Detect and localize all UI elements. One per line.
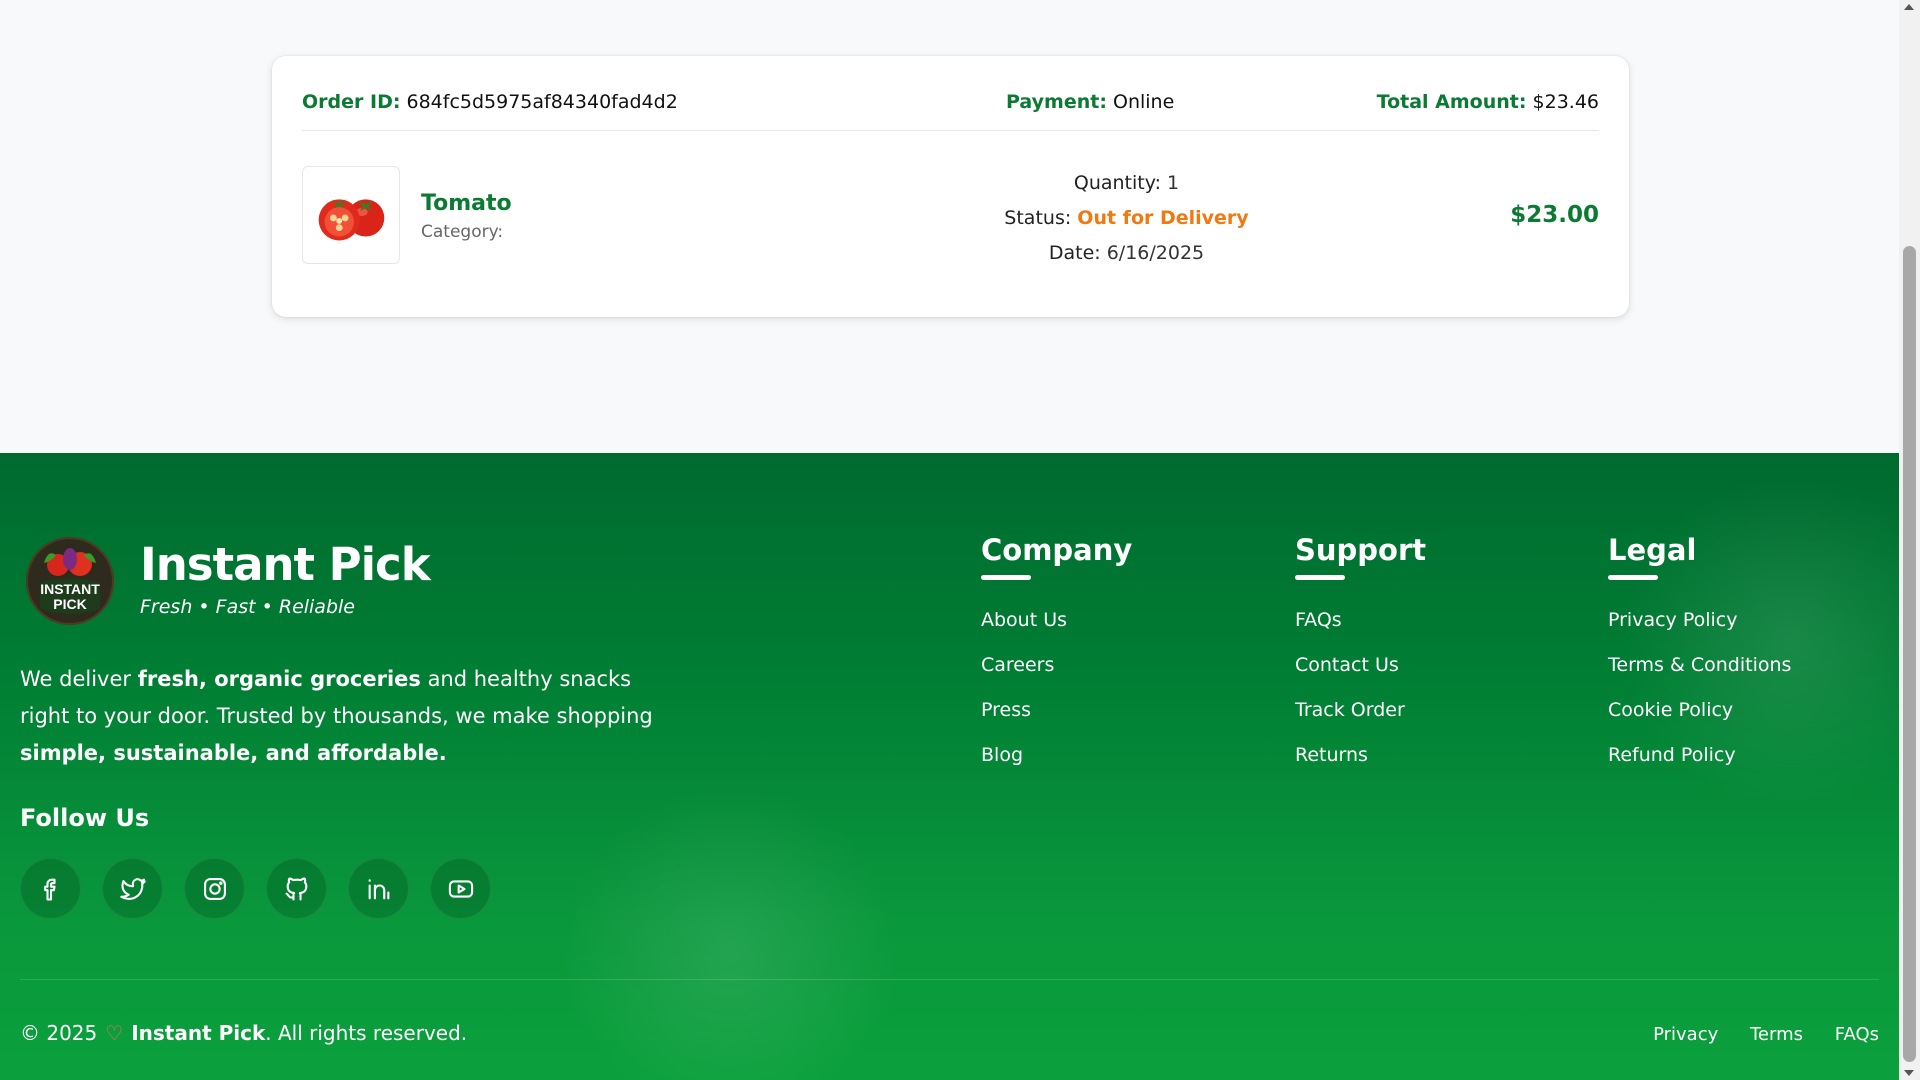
linkedin-icon[interactable] — [348, 858, 409, 919]
bottom-link-terms[interactable]: Terms — [1750, 1024, 1803, 1045]
copyright: © 2025 ♡ Instant Pick. All rights reserved… — [20, 1021, 467, 1045]
quantity-row: Quantity: 1 — [952, 166, 1301, 201]
brand-description: We deliver fresh, organic groceries and … — [20, 661, 680, 772]
footer-col-company: Company About Us Careers Press Blog — [981, 533, 1132, 778]
scrollbar-thumb[interactable] — [1903, 246, 1916, 1062]
heart-icon: ♡ — [105, 1021, 124, 1045]
col-title-support: Support — [1295, 533, 1427, 567]
footer-link-press[interactable]: Press — [981, 688, 1132, 733]
logo-text-1: INSTANT — [40, 581, 100, 597]
col-underline — [1608, 575, 1658, 580]
logo-text-2: PICK — [53, 596, 86, 612]
order-header: Order ID: 684fc5d5975af84340fad4d2 Payme… — [302, 82, 1599, 131]
github-icon[interactable] — [266, 858, 327, 919]
tomato-image — [302, 166, 400, 264]
quantity-label: Quantity: — [1073, 172, 1161, 194]
brand-logo[interactable]: INSTANT PICK — [26, 537, 114, 625]
product-category: Category: — [421, 222, 507, 242]
footer-link-privacy-policy[interactable]: Privacy Policy — [1608, 598, 1791, 643]
tomato-icon — [318, 199, 385, 241]
desc-bold-2: simple, sustainable, and affordable. — [20, 741, 447, 765]
order-id-label: Order ID: — [302, 91, 401, 113]
item-price: $23.00 — [1510, 202, 1599, 228]
payment-label: Payment: — [1006, 91, 1107, 113]
desc-text-1: We deliver — [20, 667, 138, 691]
bottom-link-faqs[interactable]: FAQs — [1835, 1024, 1879, 1045]
total-amount: Total Amount: $23.46 — [1377, 91, 1599, 113]
order-id-value: 684fc5d5975af84340fad4d2 — [406, 91, 678, 113]
bottom-link-privacy[interactable]: Privacy — [1653, 1024, 1718, 1045]
order-details: Quantity: 1 Status: Out for Delivery Dat… — [952, 166, 1301, 271]
desc-bold-1: fresh, organic groceries — [137, 667, 421, 691]
footer-link-blog[interactable]: Blog — [981, 733, 1132, 778]
footer-glow — [560, 783, 900, 1080]
payment-method: Payment: Online — [1006, 91, 1174, 113]
order-id: Order ID: 684fc5d5975af84340fad4d2 — [302, 91, 678, 113]
copyright-suffix: . All rights reserved. — [265, 1021, 468, 1045]
brand-name[interactable]: Instant Pick — [140, 538, 431, 591]
youtube-icon[interactable] — [430, 858, 491, 919]
total-value: $23.46 — [1532, 91, 1599, 113]
copyright-year: © 2025 — [20, 1021, 98, 1045]
footer-link-about-us[interactable]: About Us — [981, 598, 1132, 643]
twitter-icon[interactable] — [102, 858, 163, 919]
footer-link-faqs[interactable]: FAQs — [1295, 598, 1426, 643]
copyright-brand: Instant Pick — [131, 1021, 266, 1045]
footer-link-contact-us[interactable]: Contact Us — [1295, 643, 1426, 688]
follow-us-title: Follow Us — [20, 804, 150, 832]
category-label: Category: — [421, 222, 504, 242]
footer-link-refund-policy[interactable]: Refund Policy — [1608, 733, 1791, 778]
payment-value: Online — [1112, 91, 1175, 113]
date-label: Date: — [1048, 242, 1101, 264]
footer-divider — [20, 979, 1879, 980]
footer-link-terms-conditions[interactable]: Terms & Conditions — [1608, 643, 1791, 688]
logo-icon: INSTANT PICK — [28, 539, 112, 623]
col-title-legal: Legal — [1608, 533, 1697, 567]
page: Order ID: 684fc5d5975af84340fad4d2 Payme… — [0, 0, 1899, 1080]
date-row: Date: 6/16/2025 — [952, 236, 1301, 271]
col-underline — [1295, 575, 1345, 580]
facebook-icon[interactable] — [20, 858, 81, 919]
bottom-links: Privacy Terms FAQs — [1627, 1024, 1879, 1045]
footer-col-support: Support FAQs Contact Us Track Order Retu… — [1295, 533, 1426, 778]
site-footer: INSTANT PICK Instant Pick Fresh • Fast •… — [0, 453, 1899, 1080]
vertical-scrollbar[interactable] — [1899, 0, 1920, 1080]
date-value: 6/16/2025 — [1106, 242, 1205, 264]
col-title-company: Company — [981, 533, 1133, 567]
total-label: Total Amount: — [1376, 91, 1527, 113]
col-underline — [981, 575, 1031, 580]
brand-tagline: Fresh • Fast • Reliable — [140, 596, 355, 618]
footer-col-legal: Legal Privacy Policy Terms & Conditions … — [1608, 533, 1791, 778]
instagram-icon[interactable] — [184, 858, 245, 919]
footer-link-cookie-policy[interactable]: Cookie Policy — [1608, 688, 1791, 733]
product-name: Tomato — [421, 191, 512, 216]
orders-section: Order ID: 684fc5d5975af84340fad4d2 Payme… — [0, 0, 1899, 453]
quantity-value: 1 — [1167, 172, 1180, 194]
footer-link-careers[interactable]: Careers — [981, 643, 1132, 688]
status-label: Status: — [1004, 207, 1072, 229]
footer-link-returns[interactable]: Returns — [1295, 733, 1426, 778]
scroll-up-arrow-icon[interactable] — [1904, 4, 1914, 10]
order-card: Order ID: 684fc5d5975af84340fad4d2 Payme… — [272, 56, 1629, 317]
footer-link-track-order[interactable]: Track Order — [1295, 688, 1426, 733]
status-row: Status: Out for Delivery — [952, 201, 1301, 236]
status-badge: Out for Delivery — [1077, 207, 1249, 229]
scroll-down-arrow-icon[interactable] — [1904, 1070, 1914, 1076]
